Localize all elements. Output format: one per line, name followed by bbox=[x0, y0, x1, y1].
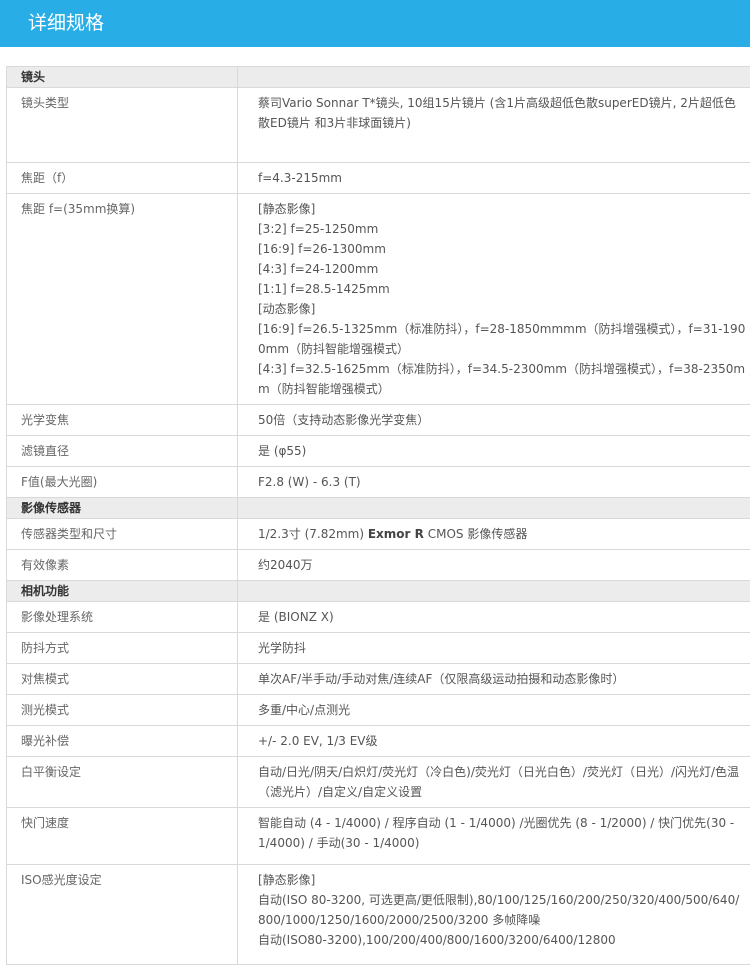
spec-value: 约2040万 bbox=[238, 550, 750, 581]
section-title: 镜头 bbox=[7, 67, 238, 88]
spec-row-exposure-comp: 曝光补偿 +/- 2.0 EV, 1/3 EV级 bbox=[7, 726, 750, 757]
spec-label: 焦距（f） bbox=[7, 163, 238, 194]
spec-label: 传感器类型和尺寸 bbox=[7, 519, 238, 550]
spec-value: +/- 2.0 EV, 1/3 EV级 bbox=[238, 726, 750, 757]
sensor-brand: Exmor R bbox=[368, 527, 424, 541]
spec-label: 防抖方式 bbox=[7, 633, 238, 664]
spec-value: 50倍（支持动态影像光学变焦） bbox=[238, 405, 750, 436]
spec-row-filter-diameter: 滤镜直径 是 (φ55) bbox=[7, 436, 750, 467]
spec-value: 是 (φ55) bbox=[238, 436, 750, 467]
spec-row-iso: ISO感光度设定 [静态影像] 自动(ISO 80-3200, 可选更高/更低限… bbox=[7, 865, 750, 965]
spec-label: 曝光补偿 bbox=[7, 726, 238, 757]
section-header-lens: 镜头 bbox=[7, 67, 750, 88]
spec-row-sensor-type: 传感器类型和尺寸 1/2.3寸 (7.82mm) Exmor R CMOS 影像… bbox=[7, 519, 750, 550]
spec-row-white-balance: 白平衡设定 自动/日光/阴天/白炽灯/荧光灯（冷白色)/荧光灯（日光白色）/荧光… bbox=[7, 757, 750, 808]
spec-value: f=4.3-215mm bbox=[238, 163, 750, 194]
spec-row-metering: 测光模式 多重/中心/点测光 bbox=[7, 695, 750, 726]
spec-label: F值(最大光圈) bbox=[7, 467, 238, 498]
spec-value: 多重/中心/点测光 bbox=[238, 695, 750, 726]
spec-row-max-aperture: F值(最大光圈) F2.8 (W) - 6.3 (T) bbox=[7, 467, 750, 498]
spec-value: 光学防抖 bbox=[238, 633, 750, 664]
spec-row-effective-pixels: 有效像素 约2040万 bbox=[7, 550, 750, 581]
spec-value: F2.8 (W) - 6.3 (T) bbox=[238, 467, 750, 498]
spec-value: 自动/日光/阴天/白炽灯/荧光灯（冷白色)/荧光灯（日光白色）/荧光灯（日光）/… bbox=[238, 757, 750, 808]
spec-value: 1/2.3寸 (7.82mm) Exmor R CMOS 影像传感器 bbox=[238, 519, 750, 550]
spec-label: 镜头类型 bbox=[7, 88, 238, 163]
spec-table: 镜头 镜头类型 蔡司Vario Sonnar T*镜头, 10组15片镜片 (含… bbox=[6, 66, 750, 965]
spec-label: 滤镜直径 bbox=[7, 436, 238, 467]
section-title: 相机功能 bbox=[7, 581, 238, 602]
spec-value: 蔡司Vario Sonnar T*镜头, 10组15片镜片 (含1片高级超低色散… bbox=[238, 88, 750, 163]
spec-row-optical-zoom: 光学变焦 50倍（支持动态影像光学变焦） bbox=[7, 405, 750, 436]
spec-row-stabilization: 防抖方式 光学防抖 bbox=[7, 633, 750, 664]
page-title: 详细规格 bbox=[28, 10, 104, 36]
spec-row-focal-length: 焦距（f） f=4.3-215mm bbox=[7, 163, 750, 194]
page-header: 详细规格 bbox=[0, 0, 750, 47]
spec-value: [静态影像] [3:2] f=25-1250mm [16:9] f=26-130… bbox=[238, 194, 750, 405]
spec-label: 光学变焦 bbox=[7, 405, 238, 436]
spec-label: ISO感光度设定 bbox=[7, 865, 238, 965]
spec-row-focus-mode: 对焦模式 单次AF/半手动/手动对焦/连续AF（仅限高级运动拍摄和动态影像时） bbox=[7, 664, 750, 695]
spec-value: 是 (BIONZ X) bbox=[238, 602, 750, 633]
spec-label: 影像处理系统 bbox=[7, 602, 238, 633]
spec-label: 白平衡设定 bbox=[7, 757, 238, 808]
spec-row-focal-35mm: 焦距 f=(35mm换算) [静态影像] [3:2] f=25-1250mm [… bbox=[7, 194, 750, 405]
spec-value: 单次AF/半手动/手动对焦/连续AF（仅限高级运动拍摄和动态影像时） bbox=[238, 664, 750, 695]
spec-value: [静态影像] 自动(ISO 80-3200, 可选更高/更低限制),80/100… bbox=[238, 865, 750, 965]
section-title: 影像传感器 bbox=[7, 498, 238, 519]
spec-label: 对焦模式 bbox=[7, 664, 238, 695]
spec-label: 焦距 f=(35mm换算) bbox=[7, 194, 238, 405]
section-header-sensor: 影像传感器 bbox=[7, 498, 750, 519]
spec-row-shutter-speed: 快门速度 智能自动 (4 - 1/4000) / 程序自动 (1 - 1/400… bbox=[7, 808, 750, 865]
spec-label: 有效像素 bbox=[7, 550, 238, 581]
spec-row-lens-type: 镜头类型 蔡司Vario Sonnar T*镜头, 10组15片镜片 (含1片高… bbox=[7, 88, 750, 163]
spec-label: 快门速度 bbox=[7, 808, 238, 865]
spec-row-image-processor: 影像处理系统 是 (BIONZ X) bbox=[7, 602, 750, 633]
spec-value: 智能自动 (4 - 1/4000) / 程序自动 (1 - 1/4000) /光… bbox=[238, 808, 750, 865]
spec-label: 测光模式 bbox=[7, 695, 238, 726]
section-header-camera: 相机功能 bbox=[7, 581, 750, 602]
